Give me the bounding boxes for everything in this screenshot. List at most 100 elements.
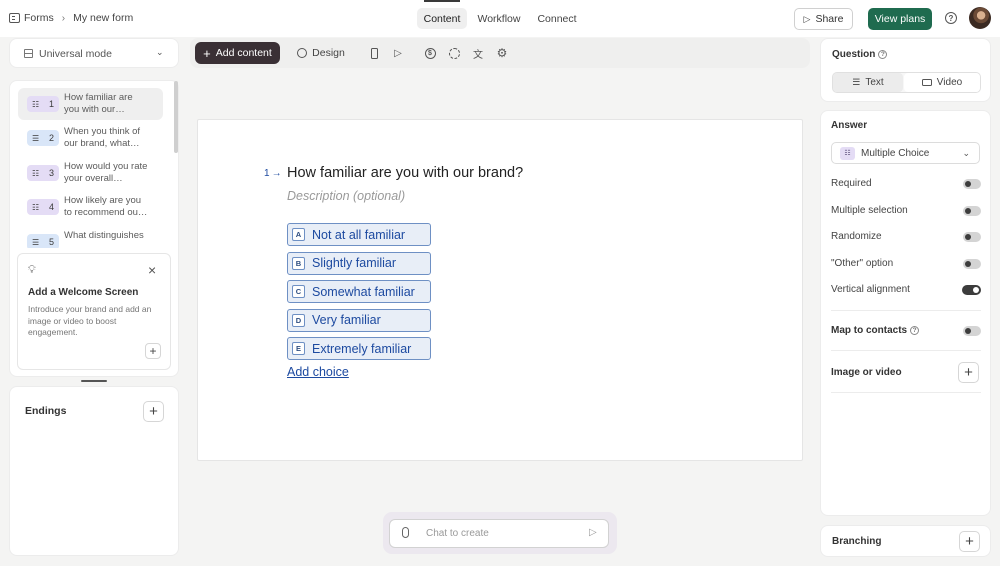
- design-label: Design: [312, 47, 345, 59]
- question-list-text: How would you rate your overall…: [64, 161, 148, 184]
- active-tab-indicator: [424, 0, 460, 2]
- map-contacts-toggle[interactable]: [963, 325, 981, 336]
- question-number: 1 →: [264, 168, 282, 179]
- choice-option[interactable]: E Extremely familiar: [287, 337, 431, 360]
- question-type-badge: ☷ 4: [27, 199, 59, 215]
- avatar[interactable]: [969, 7, 991, 29]
- question-list-item[interactable]: ☷ 4 How likely are you to recommend ou…: [18, 191, 163, 223]
- translate-icon[interactable]: 文: [467, 42, 489, 64]
- answer-type-select[interactable]: ☷ Multiple Choice ⌄: [831, 142, 980, 164]
- choice-key: A: [292, 228, 305, 241]
- description-field[interactable]: Description (optional): [287, 189, 405, 203]
- breadcrumb-forms-link[interactable]: Forms: [24, 12, 54, 24]
- choice-option[interactable]: C Somewhat familiar: [287, 280, 431, 303]
- question-number: 5: [48, 237, 54, 247]
- chevron-down-icon: ⌄: [962, 147, 970, 158]
- divider: [831, 392, 981, 393]
- microphone-icon[interactable]: [402, 527, 409, 538]
- welcome-screen-card: 💡︎ × Add a Welcome Screen Introduce your…: [17, 253, 171, 370]
- map-contacts-row: Map to contacts?: [831, 325, 981, 336]
- choice-option[interactable]: D Very familiar: [287, 308, 431, 332]
- share-label: Share: [815, 13, 844, 25]
- info-icon: ?: [910, 326, 920, 335]
- add-image-video-button[interactable]: +: [958, 362, 979, 383]
- breadcrumb: Forms › My new form: [9, 12, 133, 24]
- question-list-item[interactable]: ☷ 1 How familiar are you with our…: [18, 88, 163, 120]
- setting-row: Required: [831, 178, 981, 189]
- choice-option[interactable]: B Slightly familiar: [287, 251, 431, 275]
- segment-text[interactable]: ☰ Text: [833, 73, 903, 92]
- tab-workflow[interactable]: Workflow: [473, 8, 525, 29]
- add-welcome-button[interactable]: +: [145, 343, 161, 359]
- share-button[interactable]: ▷ Share: [794, 8, 853, 30]
- choice-label: Extremely familiar: [312, 341, 412, 356]
- choice-option[interactable]: A Not at all familiar: [287, 223, 431, 246]
- setting-label: "Other" option: [831, 258, 894, 269]
- question-list-item[interactable]: ☰ 2 When you think of our brand, what…: [18, 122, 163, 154]
- question-number: 4: [48, 202, 54, 212]
- question-list-item[interactable]: ☷ 3 How would you rate your overall…: [18, 157, 163, 189]
- choice-label: Somewhat familiar: [312, 284, 415, 299]
- close-icon[interactable]: ×: [148, 262, 156, 278]
- choice-key: B: [292, 256, 305, 270]
- choice-key: D: [292, 313, 305, 327]
- play-icon[interactable]: ▷: [387, 42, 409, 64]
- share-icon: ▷: [803, 13, 811, 24]
- choice-label: Not at all familiar: [312, 227, 406, 242]
- setting-toggle[interactable]: [963, 231, 981, 242]
- settings-gear-icon[interactable]: ⚙: [491, 42, 513, 64]
- add-content-button[interactable]: + Add content: [195, 42, 280, 64]
- chat-input[interactable]: Chat to create ▷: [389, 519, 609, 548]
- map-contacts-text: Map to contacts: [831, 325, 908, 336]
- choice-label: Very familiar: [312, 313, 381, 327]
- mode-label: Universal mode: [39, 48, 112, 60]
- help-icon[interactable]: ?: [945, 12, 957, 24]
- question-number-text: 1: [264, 168, 270, 179]
- send-icon[interactable]: ▷: [589, 527, 597, 538]
- welcome-title: Add a Welcome Screen: [28, 287, 139, 298]
- setting-toggle[interactable]: [962, 284, 981, 295]
- text-lines-icon: ☰: [32, 237, 40, 247]
- add-choice-link[interactable]: Add choice: [287, 365, 349, 379]
- tab-connect[interactable]: Connect: [531, 8, 583, 29]
- question-number: 2: [48, 133, 54, 143]
- question-type-badge: ☰ 2: [27, 130, 59, 146]
- dollar-icon[interactable]: $: [419, 42, 441, 64]
- mode-icon: [24, 49, 33, 58]
- choice-label: Slightly familiar: [312, 256, 397, 270]
- multiple-choice-icon: ☷: [32, 168, 40, 178]
- scrollbar[interactable]: [174, 81, 178, 153]
- media-segmented-control: ☰ Text Video: [832, 72, 981, 93]
- question-settings-card: Question? ☰ Text Video: [820, 38, 991, 102]
- resize-handle[interactable]: [81, 380, 107, 382]
- question-type-badge: ☷ 1: [27, 96, 59, 112]
- setting-toggle[interactable]: [963, 205, 981, 216]
- setting-toggle[interactable]: [963, 178, 981, 189]
- question-label: Question?: [832, 49, 888, 60]
- add-content-label: Add content: [215, 47, 272, 59]
- design-button[interactable]: Design: [295, 42, 347, 64]
- mode-select[interactable]: Universal mode ⌄: [9, 38, 179, 68]
- add-branching-button[interactable]: +: [959, 531, 980, 552]
- logic-icon[interactable]: [443, 42, 465, 64]
- setting-label: Required: [831, 178, 872, 189]
- segment-video[interactable]: Video: [904, 73, 980, 92]
- question-list-item[interactable]: ☰ 5 What distinguishes: [18, 226, 163, 248]
- setting-toggle[interactable]: [963, 258, 981, 269]
- video-camera-icon: [921, 79, 932, 86]
- view-plans-button[interactable]: View plans: [868, 8, 932, 30]
- add-ending-button[interactable]: +: [143, 401, 164, 422]
- info-icon: ?: [878, 50, 888, 59]
- question-title[interactable]: How familiar are you with our brand?: [287, 165, 523, 181]
- setting-label: Multiple selection: [831, 205, 908, 216]
- question-number: 1: [48, 99, 54, 109]
- question-list-text: How familiar are you with our…: [64, 92, 133, 115]
- tab-content[interactable]: Content: [417, 8, 467, 29]
- setting-row: Vertical alignment: [831, 284, 981, 295]
- mobile-preview-icon[interactable]: [363, 42, 385, 64]
- question-number: 3: [48, 168, 54, 178]
- palette-icon: [297, 48, 308, 58]
- endings-label: Endings: [25, 405, 67, 417]
- setting-label: Vertical alignment: [831, 284, 910, 295]
- lightbulb-icon: 💡︎: [28, 264, 36, 276]
